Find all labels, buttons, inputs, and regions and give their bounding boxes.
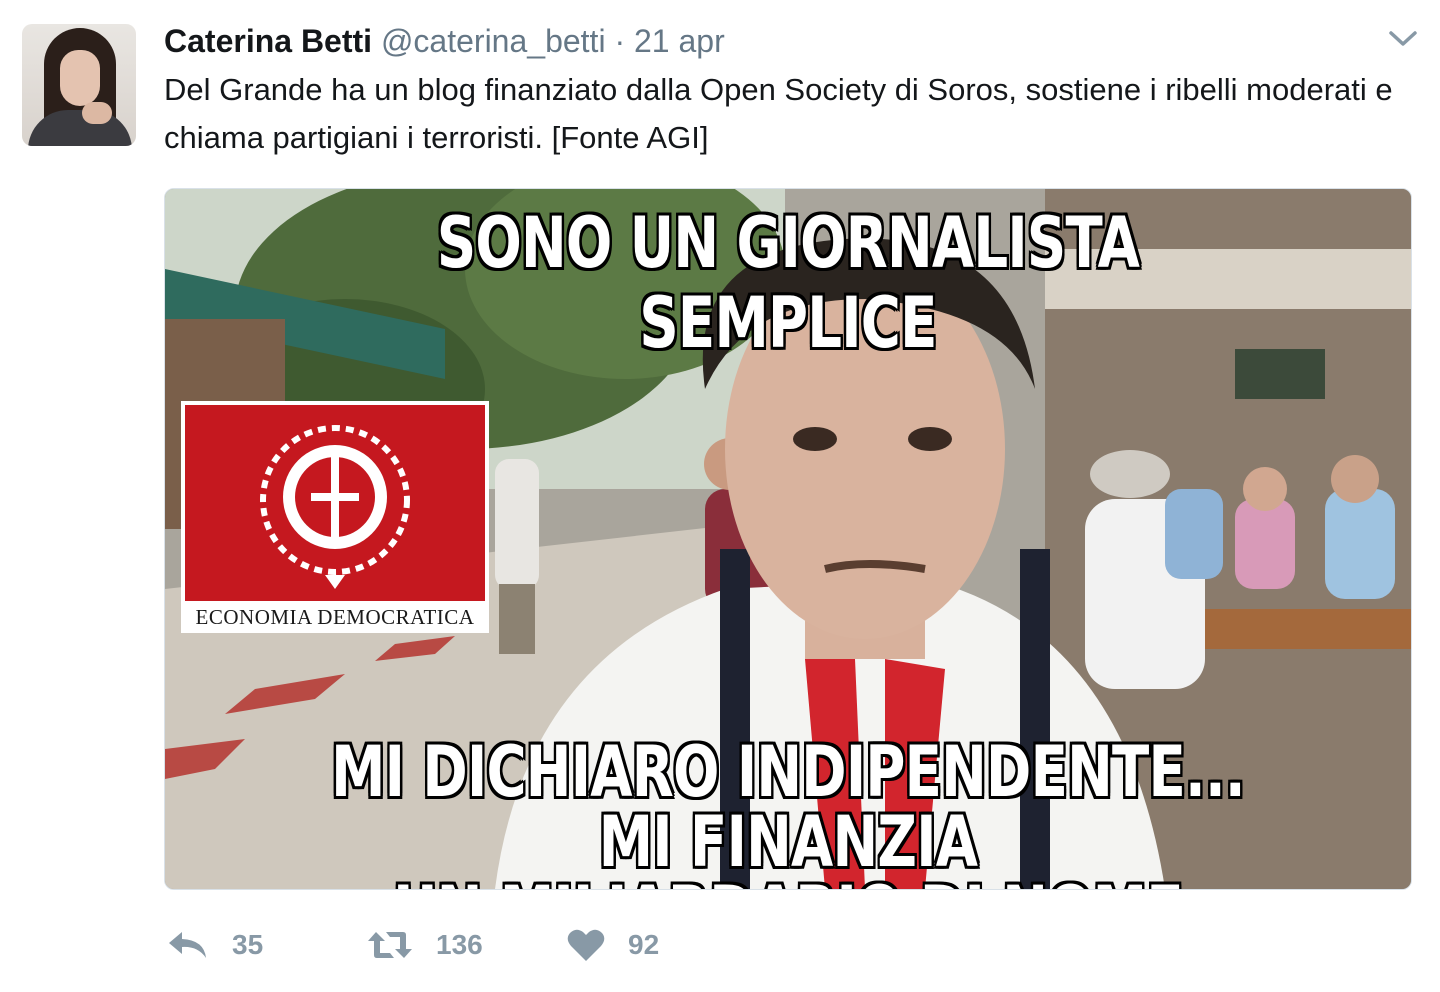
avatar-face (60, 50, 100, 106)
reply-count: 35 (232, 929, 264, 960)
retweet-count: 136 (436, 929, 483, 960)
meme-top-caption: SONO UN GIORNALISTA SEMPLICE (436, 202, 1140, 364)
economia-democratica-logo: ECONOMIA DEMOCRATICA (181, 401, 489, 633)
meme-bottom-line-1: MI DICHIARO INDIPENDENTE... MI FINANZIA (331, 731, 1246, 883)
author-name[interactable]: Caterina Betti (164, 23, 372, 59)
reply-icon (169, 932, 206, 958)
logo-label: ECONOMIA DEMOCRATICA (195, 605, 475, 629)
avatar[interactable] (22, 24, 136, 146)
tweet-date[interactable]: 21 apr (634, 23, 725, 59)
author-handle[interactable]: @caterina_betti (381, 23, 606, 59)
logo-red-field (185, 405, 485, 601)
heart-icon (567, 929, 605, 961)
avatar-hand (82, 102, 112, 124)
meme-bottom-line-2: UN MILIARDARIO DI NOME SOROS (302, 877, 1274, 889)
retweet-icon (368, 932, 412, 958)
logo-emblem-icon (260, 425, 410, 589)
like-count: 92 (628, 929, 660, 960)
tweet-text: Del Grande ha un blog finanziato dalla O… (164, 72, 1393, 155)
reply-button[interactable]: 35 (166, 922, 263, 968)
chevron-down-icon[interactable] (1388, 26, 1418, 50)
tweet-card: Caterina Betti @caterina_betti · 21 apr … (0, 0, 1440, 992)
meta-separator: · (614, 23, 626, 59)
tweet-media[interactable]: ECONOMIA DEMOCRATICA SONO UN GIORNALISTA… (164, 188, 1412, 890)
tweet-header: Caterina Betti @caterina_betti · 21 apr (164, 20, 725, 62)
like-button[interactable]: 92 (566, 922, 659, 968)
retweet-button[interactable]: 136 (366, 922, 483, 968)
meme-bottom-caption: MI DICHIARO INDIPENDENTE... MI FINANZIA … (302, 731, 1274, 889)
